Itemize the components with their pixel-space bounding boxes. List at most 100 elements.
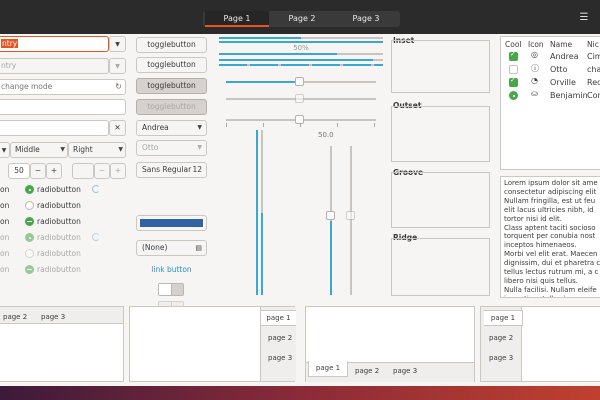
radiobutton-2[interactable]	[25, 201, 34, 210]
notebook-1: page 2 page 3	[0, 306, 124, 382]
togglebutton-2[interactable]: togglebutton	[136, 57, 207, 73]
radio-label-left: on	[0, 185, 10, 194]
radiobutton-4-label: radiobutton	[37, 233, 81, 242]
segment-middle-label: Middle	[15, 145, 40, 154]
scale-value-label: 50.0	[318, 131, 334, 139]
file-chooser-button[interactable]: (None) ▤	[136, 240, 207, 256]
column-header-cool[interactable]: Cool	[505, 40, 522, 49]
togglebutton-3[interactable]: togglebutton	[136, 78, 207, 94]
switch-knob	[159, 284, 172, 295]
change-mode-entry[interactable]: change mode ↻	[0, 79, 126, 95]
link-button[interactable]: link button	[136, 265, 207, 274]
header-tab-page-1[interactable]: Page 1	[205, 11, 269, 27]
color-button[interactable]	[136, 215, 207, 231]
font-name: Sans Regular	[142, 165, 192, 174]
table-row[interactable]: ⛀ Benjamin Con	[501, 89, 600, 102]
progress-bar-1	[219, 37, 383, 39]
vscale-3-knob[interactable]	[326, 211, 335, 220]
spin-plus-button[interactable]: +	[46, 163, 62, 179]
column-header-nick[interactable]: Nic	[587, 40, 599, 49]
tie-icon: ⛀	[531, 89, 538, 98]
text-line: Lorem ipsum dolor sit ame	[504, 179, 598, 187]
refresh-icon[interactable]: ↻	[115, 80, 122, 94]
togglebutton-1[interactable]: togglebutton	[136, 37, 207, 53]
tree-view: Cool Icon Name Nic ◎ Andrea Cim ⓘ Otto c…	[500, 36, 600, 170]
spinner-icon	[92, 185, 100, 193]
text-line: inceptos himenaeos.	[504, 241, 577, 250]
radio-label-left: on	[0, 201, 10, 210]
notebook-2: page 1 page 2 page 3	[129, 306, 296, 382]
checkbox-cool[interactable]	[509, 76, 518, 87]
radiobutton-3-label: radiobutton	[37, 217, 81, 226]
hscale-1-knob[interactable]	[295, 77, 304, 86]
empty-entry[interactable]	[0, 99, 126, 115]
header-tab-page-2[interactable]: Page 2	[270, 11, 334, 27]
combo-andrea[interactable]: Andrea ▼	[136, 120, 207, 136]
tab-page-2[interactable]: page 2	[3, 313, 27, 321]
text-line: elit lacus ultricies nibh, id	[504, 205, 594, 214]
radiobutton-6-label: radiobutton	[37, 265, 81, 274]
chevron-down-icon: ▼	[197, 124, 202, 131]
text-line: dignissim, dui et pharetra c	[504, 259, 600, 268]
spin-value-field[interactable]: 50	[8, 163, 30, 179]
disabled-spin-field	[72, 163, 94, 179]
hamburger-menu-icon[interactable]: ☰	[578, 12, 590, 24]
tab-page-2[interactable]: page 2	[489, 334, 513, 342]
tab-page-2[interactable]: page 2	[268, 334, 292, 342]
segment-middle-button[interactable]: Middle ▼	[10, 142, 68, 158]
row-nick: Red	[587, 78, 600, 87]
header-bar: Page 1 Page 2 Page 3 ☰	[0, 0, 600, 34]
progress-fill	[219, 53, 338, 55]
tab-page-1[interactable]: page 1	[308, 361, 348, 377]
frame-outset	[391, 106, 490, 162]
table-row[interactable]: ⓘ Otto cha	[501, 64, 600, 76]
tab-page-1[interactable]: page 1	[260, 310, 296, 326]
switch-on[interactable]	[158, 283, 184, 296]
hscale-2-knob	[295, 94, 304, 103]
combo-andrea-label: Andrea	[142, 123, 169, 132]
text-line: consectetur adipiscing elit	[504, 187, 597, 196]
text-entry[interactable]: ntry	[0, 36, 109, 52]
segment-right-button[interactable]: Right ▼	[68, 142, 126, 158]
tab-page-3[interactable]: page 3	[41, 313, 65, 321]
tab-page-1[interactable]: page 1	[484, 310, 523, 326]
notebook-3: page 1 page 2 page 3	[305, 306, 475, 382]
column-header-name[interactable]: Name	[550, 40, 572, 49]
table-row[interactable]: ◎ Andrea Cim	[501, 50, 600, 63]
text-line: Class aptent taciti socioso	[504, 223, 596, 232]
segment-left-button[interactable]: ▼	[0, 142, 10, 158]
spinner-icon	[92, 233, 100, 241]
chevron-down-icon: ▼	[1, 147, 7, 154]
tab-page-3[interactable]: page 3	[268, 354, 292, 362]
table-row[interactable]: ◔ Orville Red	[501, 76, 600, 89]
checkbox-cool[interactable]	[509, 65, 518, 74]
tab-page-3[interactable]: page 3	[393, 367, 417, 375]
text-view[interactable]: Lorem ipsum dolor sit ame consectetur adi…	[500, 176, 600, 298]
frame-inset	[391, 40, 490, 93]
togglebutton-4: togglebutton	[136, 99, 207, 115]
checkbox-cool[interactable]	[509, 50, 518, 61]
row-name: Orville	[550, 78, 576, 87]
radiobutton-1[interactable]	[25, 185, 34, 194]
spin-minus-button[interactable]: −	[30, 163, 46, 179]
radio-label-left: on	[0, 265, 10, 274]
tab-page-2[interactable]: page 2	[355, 367, 379, 375]
radio-cool[interactable]	[509, 91, 518, 100]
radiobutton-3[interactable]	[25, 217, 34, 226]
tab-page-3[interactable]: page 3	[489, 354, 513, 362]
search-entry[interactable]	[0, 120, 109, 136]
disabled-entry: ntry	[0, 58, 109, 74]
vscale-3[interactable]	[330, 146, 332, 295]
font-size: 12	[192, 165, 202, 174]
font-button[interactable]: Sans Regular 12	[136, 162, 207, 178]
clear-button[interactable]: ✕	[109, 120, 126, 136]
change-mode-text: change mode	[1, 82, 53, 91]
progress-bar-3	[219, 53, 383, 55]
column-header-icon[interactable]: Icon	[528, 40, 544, 49]
radio-label-left: on	[0, 233, 10, 242]
entry-combo-button[interactable]: ▼	[109, 36, 126, 52]
close-icon: ✕	[114, 123, 121, 132]
chevron-down-icon: ▼	[60, 146, 65, 153]
text-line: Nullam fringilla, est ut feu	[504, 196, 596, 205]
header-tab-page-3[interactable]: Page 3	[334, 11, 398, 27]
